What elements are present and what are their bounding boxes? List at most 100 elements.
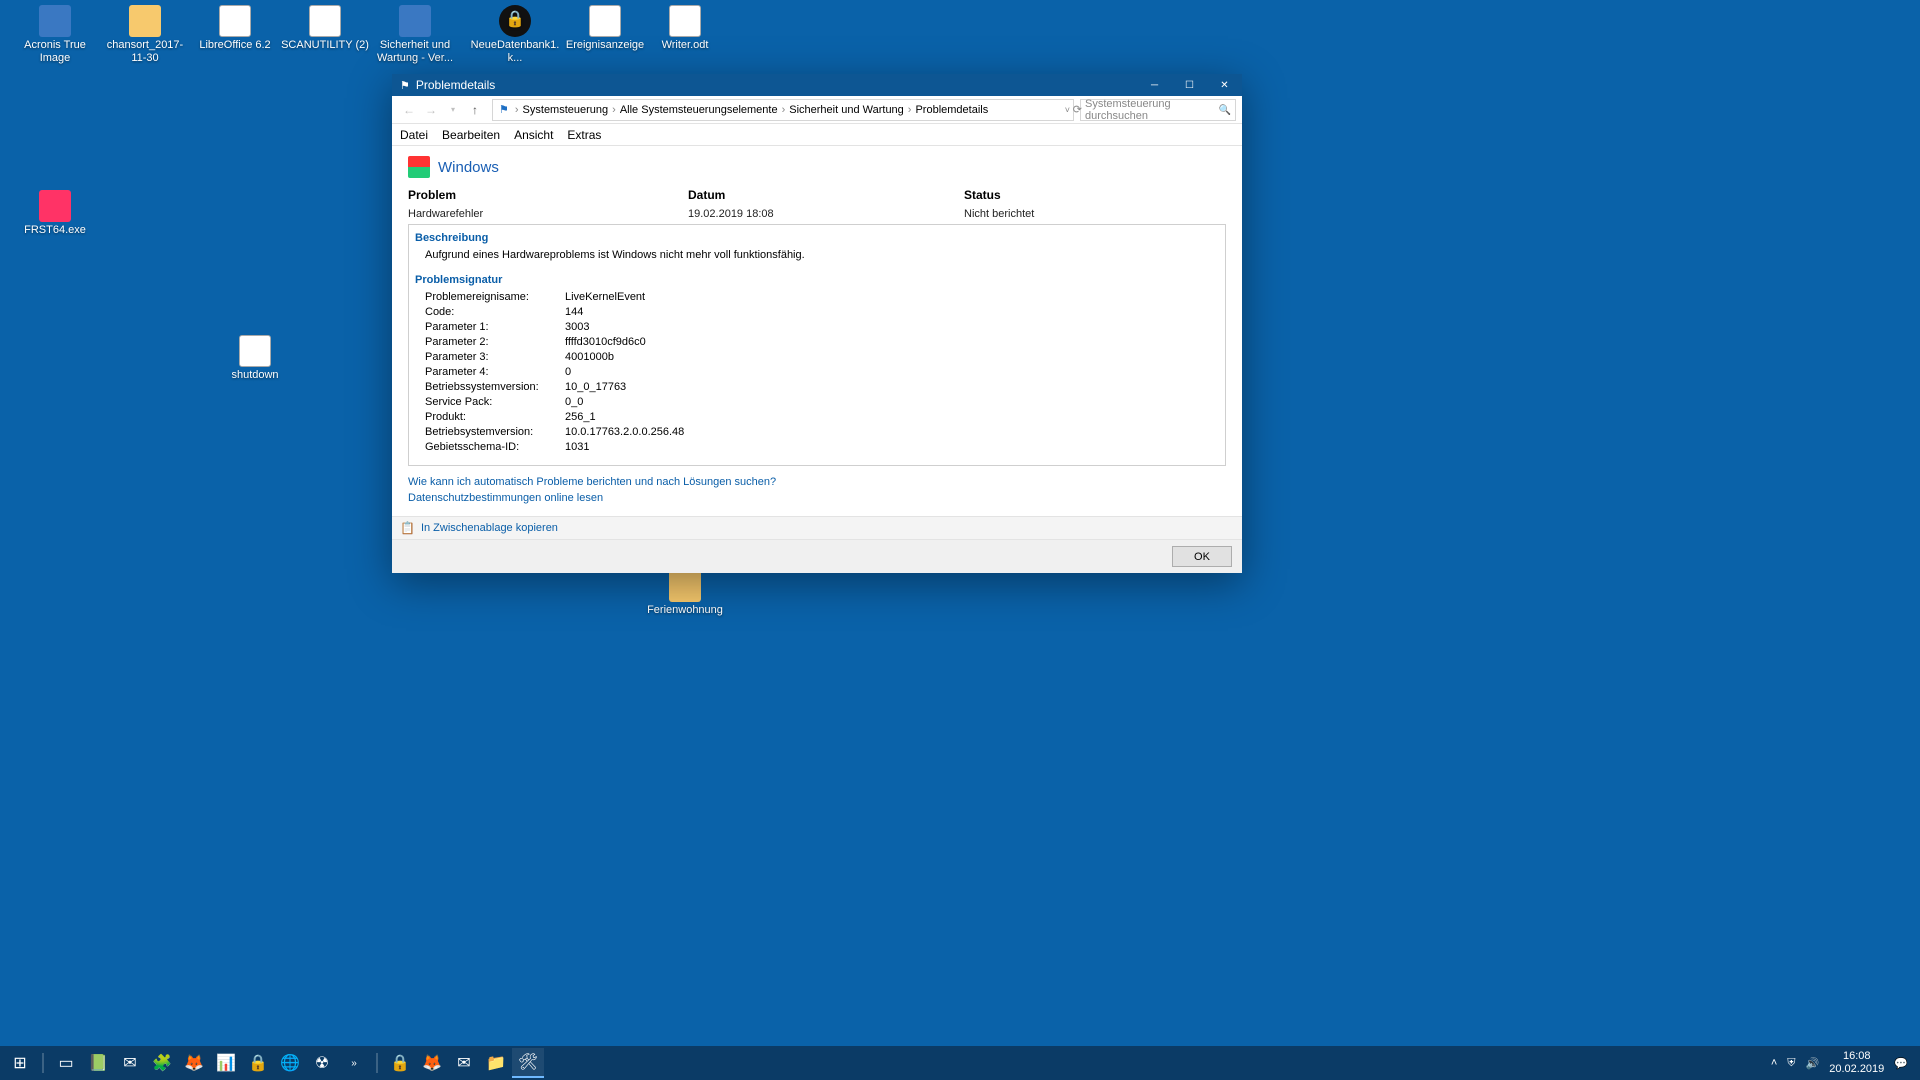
signature-key: Betriebssystemversion: — [425, 380, 565, 395]
link-privacy[interactable]: Datenschutzbestimmungen online lesen — [408, 492, 1226, 504]
tray-clock[interactable]: 16:08 20.02.2019 — [1829, 1050, 1884, 1076]
page-heading: Windows — [438, 159, 499, 176]
menu-extras[interactable]: Extras — [567, 128, 601, 142]
menu-ansicht[interactable]: Ansicht — [514, 128, 553, 142]
taskbar-running-firefox[interactable]: 🦊 — [416, 1048, 448, 1078]
col-header-datum: Datum — [688, 188, 725, 202]
search-icon — [1219, 104, 1231, 116]
signature-key: Produkt: — [425, 410, 565, 425]
breadcrumb-item[interactable]: Sicherheit und Wartung — [789, 104, 904, 116]
signature-row: Service Pack:0_0 — [425, 395, 1217, 410]
signature-key: Parameter 1: — [425, 320, 565, 335]
minimize-button[interactable]: ─ — [1137, 74, 1172, 96]
signature-value: 144 — [565, 305, 583, 320]
problemdetails-window: Problemdetails ─ ☐ ✕ ← → ▾ ↑ › Systemste… — [392, 74, 1242, 573]
control-panel-icon — [497, 103, 511, 116]
breadcrumb-item[interactable]: Systemsteuerung — [523, 104, 609, 116]
window-title: Problemdetails — [400, 78, 1137, 92]
signature-value: ffffd3010cf9d6c0 — [565, 335, 646, 350]
taskbar-calc[interactable]: 📊 — [210, 1048, 242, 1078]
description-text: Aufgrund eines Hardwareproblems ist Wind… — [425, 248, 1217, 263]
back-button[interactable]: ← — [398, 99, 420, 121]
tray-volume-icon[interactable]: 🔊 — [1806, 1057, 1820, 1070]
close-button[interactable]: ✕ — [1207, 74, 1242, 96]
ok-button[interactable]: OK — [1172, 546, 1232, 567]
menu-datei[interactable]: Datei — [400, 128, 428, 142]
start-button[interactable]: ⊞ — [4, 1048, 36, 1078]
breadcrumb-item[interactable]: Problemdetails — [915, 104, 988, 116]
signature-row: Parameter 4:0 — [425, 365, 1217, 380]
tray-security-icon[interactable]: ⛨ — [1787, 1057, 1795, 1070]
taskbar-app-1[interactable]: 📗 — [82, 1048, 114, 1078]
desktop-icon-security[interactable]: Sicherheit und Wartung - Ver... — [370, 5, 460, 65]
signature-table: Problemereignisame:LiveKernelEventCode:1… — [425, 290, 1217, 455]
breadcrumb-item[interactable]: Alle Systemsteuerungselemente — [620, 104, 778, 116]
signature-value: 4001000b — [565, 350, 614, 365]
system-tray[interactable]: ˄ ⛨ 🔊 16:08 20.02.2019 💬 — [1763, 1050, 1916, 1076]
taskbar-mail[interactable]: ✉ — [114, 1048, 146, 1078]
desktop-icon-libreoffice[interactable]: LibreOffice 6.2 — [190, 5, 280, 52]
breadcrumb-dropdown-icon[interactable]: ˅ — [1065, 105, 1070, 115]
signature-key: Problemereignisame: — [425, 290, 565, 305]
signature-key: Parameter 2: — [425, 335, 565, 350]
signature-key: Gebietsschema-ID: — [425, 440, 565, 455]
desktop-icon-scanutility[interactable]: SCANUTILITY (2) — [280, 5, 370, 52]
signature-value: LiveKernelEvent — [565, 290, 645, 305]
signature-key: Parameter 3: — [425, 350, 565, 365]
col-header-problem: Problem — [408, 188, 456, 202]
desktop-icon-writer[interactable]: Writer.odt — [640, 5, 730, 52]
taskbar-app-3[interactable]: ☢ — [306, 1048, 338, 1078]
section-beschreibung: Beschreibung — [415, 231, 1217, 246]
maximize-button[interactable]: ☐ — [1172, 74, 1207, 96]
tray-notifications-icon[interactable]: 💬 — [1894, 1057, 1908, 1070]
search-input[interactable]: Systemsteuerung durchsuchen — [1080, 99, 1236, 121]
section-problemsignatur: Problemsignatur — [415, 273, 1217, 288]
menu-bearbeiten[interactable]: Bearbeiten — [442, 128, 500, 142]
signature-row: Betriebsystemversion:10.0.17763.2.0.0.25… — [425, 425, 1217, 440]
dialog-footer: OK — [392, 540, 1242, 573]
desktop-icon-shutdown[interactable]: shutdown — [210, 335, 300, 382]
taskbar-overflow[interactable]: » — [338, 1048, 370, 1078]
taskbar-running-lock[interactable]: 🔒 — [384, 1048, 416, 1078]
desktop-icon-frst64[interactable]: FRST64.exe — [10, 190, 100, 237]
signature-value: 0 — [565, 365, 571, 380]
taskbar-running-explorer[interactable]: 📁 — [480, 1048, 512, 1078]
desktop-icon-ferienwohnung[interactable]: Ferienwohnung — [640, 570, 730, 617]
taskbar-taskview[interactable]: ▭ — [50, 1048, 82, 1078]
tray-chevron-icon[interactable]: ˄ — [1771, 1057, 1777, 1069]
content-area: Windows Problem Datum Status Hardwarefeh… — [392, 146, 1242, 516]
value-status: Nicht berichtet — [964, 208, 1226, 220]
value-datum: 19.02.2019 18:08 — [688, 208, 964, 220]
signature-value: 10.0.17763.2.0.0.256.48 — [565, 425, 684, 440]
desktop-icon-chansort[interactable]: chansort_2017-11-30 — [100, 5, 190, 65]
title-bar[interactable]: Problemdetails ─ ☐ ✕ — [392, 74, 1242, 96]
detail-box: Beschreibung Aufgrund eines Hardwareprob… — [408, 224, 1226, 466]
forward-button[interactable]: → — [420, 99, 442, 121]
signature-value: 3003 — [565, 320, 589, 335]
taskbar-running-mail[interactable]: ✉ — [448, 1048, 480, 1078]
signature-key: Service Pack: — [425, 395, 565, 410]
up-button[interactable]: ↑ — [464, 99, 486, 121]
desktop-icon-acronis[interactable]: Acronis True Image — [10, 5, 100, 65]
taskbar-lock[interactable]: 🔒 — [242, 1048, 274, 1078]
signature-key: Code: — [425, 305, 565, 320]
link-auto-report[interactable]: Wie kann ich automatisch Probleme berich… — [408, 476, 1226, 488]
signature-row: Parameter 3:4001000b — [425, 350, 1217, 365]
signature-row: Betriebssystemversion:10_0_17763 — [425, 380, 1217, 395]
signature-value: 10_0_17763 — [565, 380, 626, 395]
taskbar-app-2[interactable]: 🧩 — [146, 1048, 178, 1078]
taskbar-firefox[interactable]: 🦊 — [178, 1048, 210, 1078]
taskbar-chrome[interactable]: 🌐 — [274, 1048, 306, 1078]
signature-row: Gebietsschema-ID:1031 — [425, 440, 1217, 455]
desktop-icon-neuedatenbank[interactable]: NeueDatenbank1.k... — [470, 5, 560, 65]
breadcrumb[interactable]: › Systemsteuerung› Alle Systemsteuerungs… — [492, 99, 1074, 121]
menu-bar: Datei Bearbeiten Ansicht Extras — [392, 124, 1242, 146]
signature-key: Betriebsystemversion: — [425, 425, 565, 440]
signature-value: 1031 — [565, 440, 589, 455]
recent-dropdown[interactable]: ▾ — [442, 99, 464, 121]
copy-to-clipboard[interactable]: In Zwischenablage kopieren — [392, 516, 1242, 540]
taskbar-running-controlpanel[interactable]: 🛠 — [512, 1048, 544, 1078]
refresh-icon[interactable]: ⟳ — [1073, 103, 1082, 116]
signature-key: Parameter 4: — [425, 365, 565, 380]
desktop-icon-ereignisanzeige[interactable]: Ereignisanzeige — [560, 5, 650, 52]
